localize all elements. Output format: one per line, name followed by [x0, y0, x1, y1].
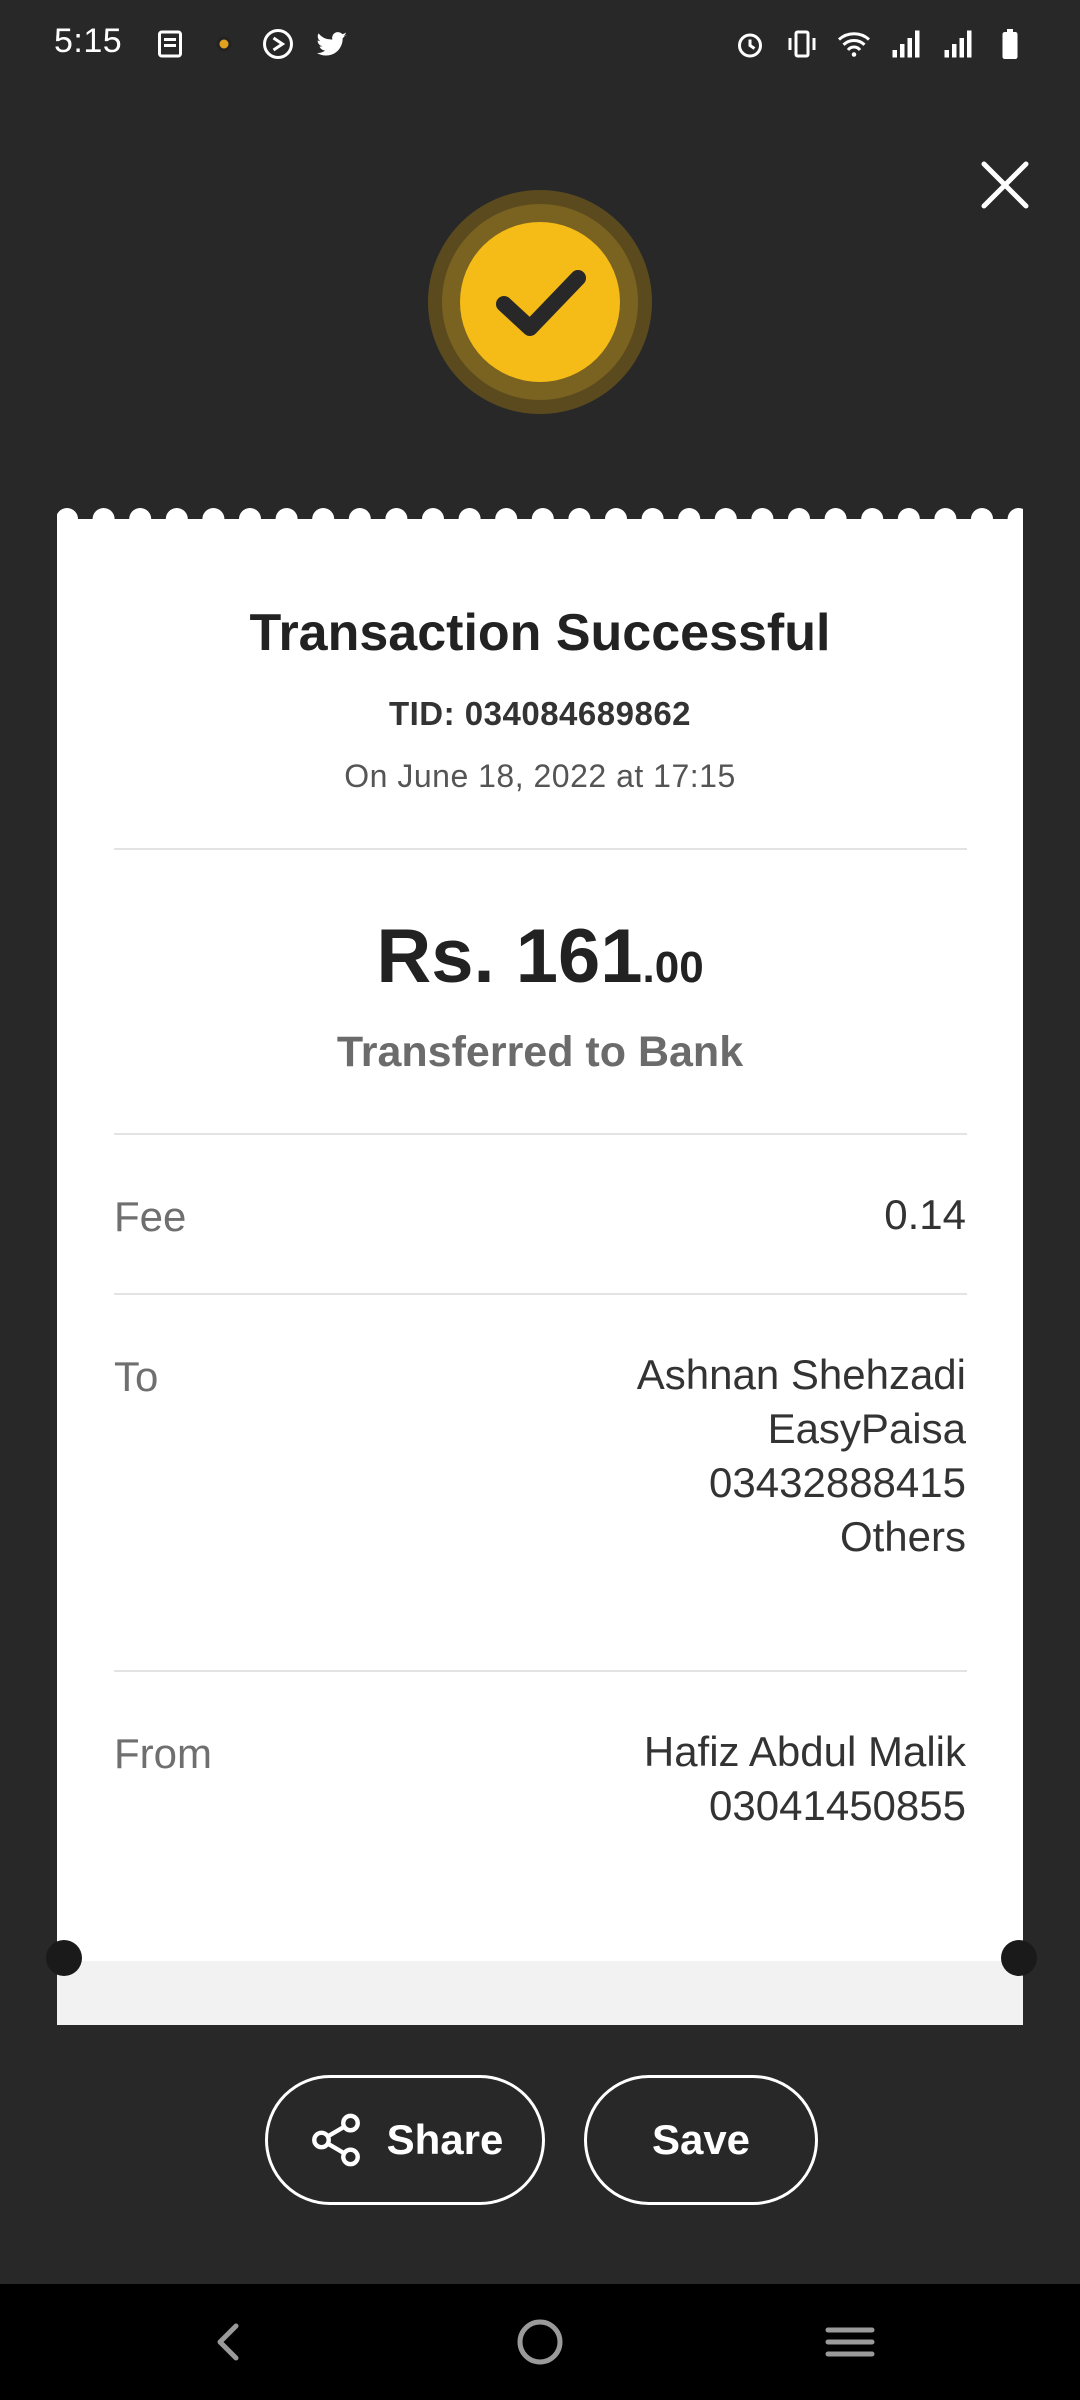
back-button[interactable]: [200, 2312, 260, 2372]
share-icon: [311, 2113, 360, 2167]
home-icon: [517, 2319, 563, 2365]
back-icon: [217, 2323, 239, 2361]
transaction-date: On June 18, 2022 at 17:15: [344, 758, 736, 794]
to-name: Ashnan Shehzadi: [636, 1351, 966, 1398]
divider: [114, 848, 967, 850]
save-label: Save: [651, 2116, 751, 2163]
signal-icon: [892, 30, 920, 58]
status-time: 5:15: [54, 22, 123, 60]
receipt-footer: [57, 1961, 1023, 2025]
from-label: From: [114, 1730, 212, 1777]
divider: [114, 1293, 967, 1295]
from-details: Hafiz Abdul Malik 03041450855: [644, 1725, 966, 1833]
home-button[interactable]: [510, 2312, 570, 2372]
status-bar: 5:15: [0, 0, 1080, 88]
transaction-amount: Rs. 161.00: [57, 913, 1023, 1000]
amount-main: Rs. 161: [376, 914, 643, 999]
to-details: Ashnan Shehzadi EasyPaisa 03432888415 Ot…: [637, 1348, 966, 1564]
recents-icon: [825, 2327, 875, 2357]
receipt-notch: [1001, 1940, 1037, 1976]
app-icon: [216, 36, 232, 52]
amount-cents: .00: [642, 943, 704, 992]
divider: [114, 1133, 967, 1135]
assistant-icon: [263, 29, 293, 59]
recents-button[interactable]: [820, 2312, 880, 2372]
battery-icon: [1002, 29, 1018, 59]
twitter-icon: [317, 32, 347, 56]
checkmark-icon: [496, 270, 586, 336]
share-label: Share: [386, 2116, 504, 2163]
to-bank: EasyPaisa: [767, 1405, 966, 1452]
transaction-id: TID: 034084689862: [388, 695, 692, 732]
to-category: Others: [839, 1513, 966, 1560]
receipt-notch: [46, 1940, 82, 1976]
to-label: To: [114, 1353, 159, 1400]
vibrate-icon: [788, 30, 816, 58]
transaction-title: Transaction Successful: [249, 604, 831, 662]
signal-icon: [944, 30, 972, 58]
fee-value: 0.14: [884, 1191, 966, 1238]
from-account: 03041450855: [709, 1782, 966, 1829]
fee-label: Fee: [114, 1193, 187, 1240]
save-button[interactable]: Save: [584, 2075, 818, 2205]
success-badge: [428, 190, 652, 414]
to-account: 03432888415: [709, 1459, 966, 1506]
close-button[interactable]: [970, 150, 1040, 220]
from-name: Hafiz Abdul Malik: [643, 1728, 966, 1775]
receipt-card: Transaction Successful TID: 034084689862…: [57, 528, 1023, 2025]
share-button[interactable]: Share: [265, 2075, 545, 2205]
navigation-bar: [0, 2284, 1080, 2400]
amount-subtitle: Transferred to Bank: [336, 1028, 744, 1076]
divider: [114, 1670, 967, 1672]
wifi-icon: [838, 32, 870, 57]
news-icon: [158, 30, 182, 58]
alarm-icon: [738, 33, 762, 58]
close-icon: [981, 161, 1029, 209]
receipt-scalloped-edge: [57, 508, 1023, 530]
